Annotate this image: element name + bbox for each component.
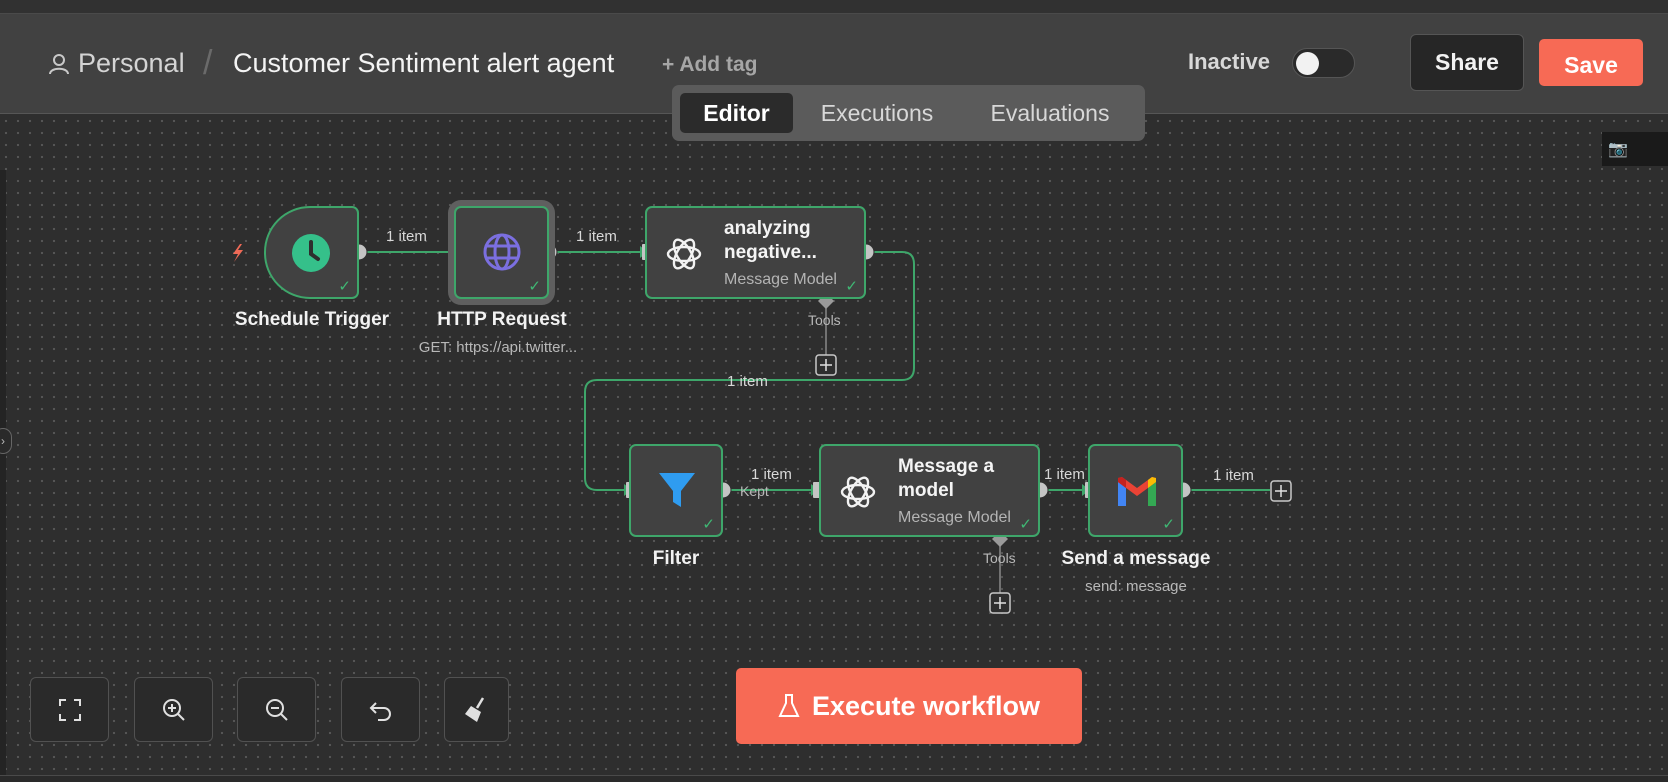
node-label-schedule-trigger: Schedule Trigger xyxy=(234,309,390,330)
zoom-in-button[interactable] xyxy=(134,677,213,742)
execute-workflow-button[interactable]: Execute workflow xyxy=(736,668,1082,744)
node-http-request[interactable]: ✓ xyxy=(454,206,549,299)
wire-label-analyze-filter: 1 item xyxy=(727,373,768,390)
node-subtitle-analyzing: Message Model xyxy=(724,271,837,288)
node-title-analyzing: analyzing negative... xyxy=(724,218,817,263)
success-check-icon: ✓ xyxy=(1162,516,1175,533)
node-label-send-message: Send a message xyxy=(1061,548,1211,569)
flask-icon xyxy=(778,694,800,717)
node-send-message[interactable]: ✓ xyxy=(1088,444,1183,537)
success-check-icon: ✓ xyxy=(528,278,541,295)
node-desc-http-request: GET: https://api.twitter... xyxy=(418,339,578,356)
success-check-icon: ✓ xyxy=(702,516,715,533)
wire-label-trigger-http: 1 item xyxy=(386,228,427,245)
clock-icon xyxy=(292,234,330,272)
node-title-message-model: Message a model xyxy=(898,456,995,501)
node-analyzing-negative[interactable]: analyzing negative... Message Model ✓ xyxy=(645,206,866,299)
undo-button[interactable] xyxy=(341,677,420,742)
zoom-in-icon xyxy=(162,698,185,721)
undo-icon xyxy=(369,701,391,721)
node-filter[interactable]: ✓ xyxy=(629,444,723,537)
fit-view-icon xyxy=(58,698,81,721)
node-label-http-request: HTTP Request xyxy=(437,309,567,330)
zoom-out-icon xyxy=(265,698,288,721)
wire-label-http-analyze: 1 item xyxy=(576,228,617,245)
success-check-icon: ✓ xyxy=(1019,516,1032,533)
wire-label-model-gmail: 1 item xyxy=(1044,466,1085,483)
model-tools-label: Tools xyxy=(983,550,1016,566)
openai-icon xyxy=(666,238,702,270)
globe-icon xyxy=(483,233,521,271)
tidy-up-button[interactable] xyxy=(444,677,509,742)
fit-view-button[interactable] xyxy=(30,677,109,742)
node-message-model[interactable]: Message a model Message Model ✓ xyxy=(819,444,1040,537)
gmail-icon xyxy=(1118,477,1156,506)
success-check-icon: ✓ xyxy=(845,278,858,295)
node-schedule-trigger[interactable]: ✓ xyxy=(264,206,359,299)
openai-icon xyxy=(840,476,876,508)
trigger-bolt-icon xyxy=(233,244,243,262)
connection-wires xyxy=(233,243,1292,614)
filter-kept-label: Kept xyxy=(740,483,769,499)
wire-label-filter-model: 1 item xyxy=(751,466,792,483)
bottom-panel-strip xyxy=(0,775,1668,782)
wire-label-gmail-out: 1 item xyxy=(1213,467,1254,484)
node-subtitle-message-model: Message Model xyxy=(898,509,1011,526)
execute-workflow-label: Execute workflow xyxy=(811,690,1041,721)
node-label-filter: Filter xyxy=(652,548,700,569)
broom-icon xyxy=(464,696,484,722)
analyze-tools-label: Tools xyxy=(808,312,841,328)
zoom-out-button[interactable] xyxy=(237,677,316,742)
node-desc-send-message: send: message xyxy=(1085,578,1187,595)
filter-icon xyxy=(659,473,695,507)
success-check-icon: ✓ xyxy=(338,278,351,295)
